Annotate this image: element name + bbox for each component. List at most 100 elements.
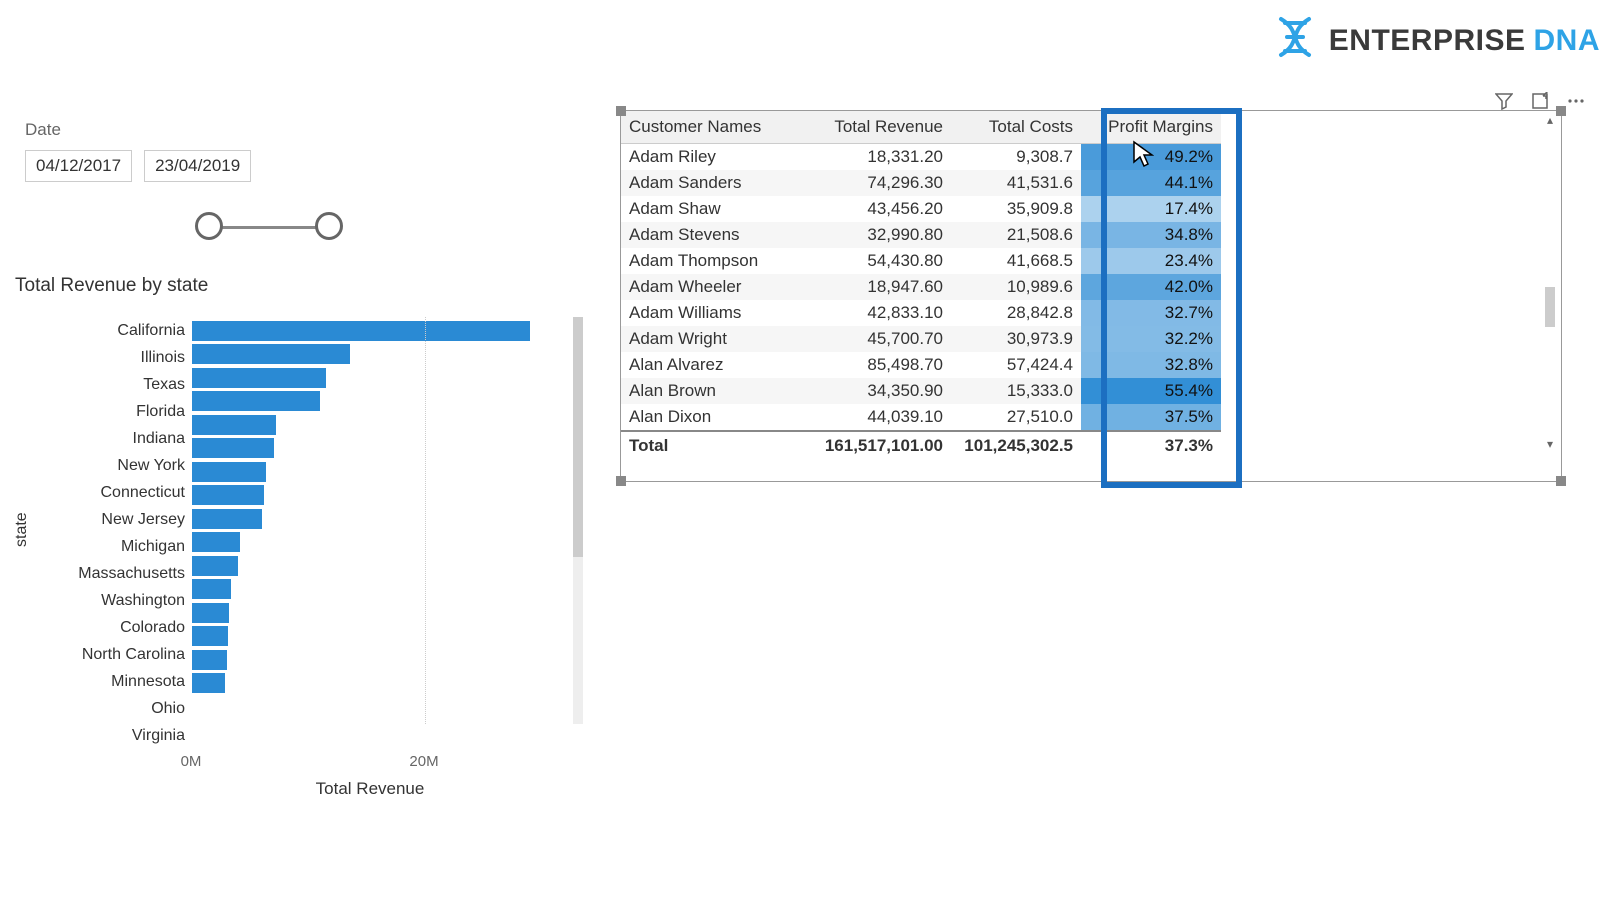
cell-cost: 10,989.6: [951, 274, 1081, 300]
cell-cost: 21,508.6: [951, 222, 1081, 248]
bar[interactable]: [192, 391, 320, 411]
bar-label: Michigan: [121, 533, 185, 560]
cell-revenue: 54,430.80: [811, 248, 951, 274]
chart-scrollbar[interactable]: [573, 317, 583, 724]
logo-text-2: DNA: [1534, 24, 1600, 58]
cell-customer-name: Adam Wheeler: [621, 274, 811, 300]
bar[interactable]: [192, 673, 225, 693]
dna-icon: [1273, 15, 1317, 67]
scroll-down-icon[interactable]: ▾: [1547, 437, 1553, 451]
bar[interactable]: [192, 321, 530, 341]
chart-title: Total Revenue by state: [15, 275, 565, 297]
slider-handle-to[interactable]: [315, 212, 343, 240]
bar[interactable]: [192, 462, 266, 482]
col-total-revenue[interactable]: Total Revenue: [811, 111, 951, 144]
col-customer-names[interactable]: Customer Names: [621, 111, 811, 144]
table-row[interactable]: Adam Shaw43,456.2035,909.817.4%: [621, 196, 1221, 222]
cell-profit-margin: 32.7%: [1081, 300, 1221, 326]
bar[interactable]: [192, 415, 276, 435]
bar[interactable]: [192, 603, 229, 623]
cell-cost: 28,842.8: [951, 300, 1081, 326]
table-row[interactable]: Adam Stevens32,990.8021,508.634.8%: [621, 222, 1221, 248]
brand-logo: ENTERPRISE DNA: [1273, 15, 1600, 67]
date-range-slider[interactable]: [35, 212, 335, 242]
bar-label: Indiana: [133, 425, 186, 452]
visual-toolbar: [1495, 92, 1585, 110]
bar-label: New Jersey: [101, 506, 185, 533]
resize-handle-br[interactable]: [1556, 476, 1566, 486]
bar[interactable]: [192, 626, 228, 646]
cell-customer-name: Adam Shaw: [621, 196, 811, 222]
cell-profit-margin: 32.8%: [1081, 352, 1221, 378]
more-options-icon[interactable]: [1567, 92, 1585, 110]
table-row[interactable]: Adam Wright45,700.7030,973.932.2%: [621, 326, 1221, 352]
cell-revenue: 42,833.10: [811, 300, 951, 326]
cell-customer-name: Alan Dixon: [621, 404, 811, 431]
x-tick-1: 20M: [409, 753, 438, 770]
table-row[interactable]: Adam Sanders74,296.3041,531.644.1%: [621, 170, 1221, 196]
table-row[interactable]: Adam Thompson54,430.8041,668.523.4%: [621, 248, 1221, 274]
cell-profit-margin: 32.2%: [1081, 326, 1221, 352]
cell-cost: 35,909.8: [951, 196, 1081, 222]
col-total-costs[interactable]: Total Costs: [951, 111, 1081, 144]
x-tick-0: 0M: [181, 753, 202, 770]
bar[interactable]: [192, 368, 326, 388]
bar[interactable]: [192, 532, 240, 552]
cell-revenue: 32,990.80: [811, 222, 951, 248]
cell-revenue: 43,456.20: [811, 196, 951, 222]
resize-handle-tl[interactable]: [616, 106, 626, 116]
gridline-20m: [425, 317, 427, 724]
table-row[interactable]: Adam Wheeler18,947.6010,989.642.0%: [621, 274, 1221, 300]
date-from-input[interactable]: 04/12/2017: [25, 150, 132, 182]
x-axis-title: Total Revenue: [175, 779, 565, 799]
bar-label: California: [117, 317, 185, 344]
cell-profit-margin: 55.4%: [1081, 378, 1221, 404]
table-row[interactable]: Alan Brown34,350.9015,333.055.4%: [621, 378, 1221, 404]
bar-label: New York: [117, 452, 185, 479]
logo-text-1: ENTERPRISE: [1329, 24, 1526, 58]
table-scrollbar[interactable]: ▴ ▾: [1541, 113, 1559, 451]
cell-customer-name: Adam Stevens: [621, 222, 811, 248]
customer-table-visual[interactable]: Customer Names Total Revenue Total Costs…: [620, 110, 1562, 482]
bar[interactable]: [192, 509, 262, 529]
table-row[interactable]: Alan Dixon44,039.1027,510.037.5%: [621, 404, 1221, 431]
cell-profit-margin: 23.4%: [1081, 248, 1221, 274]
slider-handle-from[interactable]: [195, 212, 223, 240]
cell-revenue: 85,498.70: [811, 352, 951, 378]
col-profit-margins[interactable]: Profit Margins: [1081, 111, 1221, 144]
bar-label: Ohio: [151, 695, 185, 722]
table-row[interactable]: Alan Alvarez85,498.7057,424.432.8%: [621, 352, 1221, 378]
bar-label: Texas: [143, 371, 185, 398]
bar[interactable]: [192, 650, 227, 670]
table-header-row: Customer Names Total Revenue Total Costs…: [621, 111, 1221, 144]
cell-customer-name: Alan Brown: [621, 378, 811, 404]
total-revenue: 161,517,101.00: [811, 431, 951, 459]
cell-customer-name: Adam Wright: [621, 326, 811, 352]
filter-icon[interactable]: [1495, 92, 1513, 110]
bar-label: Florida: [136, 398, 185, 425]
table-row[interactable]: Adam Williams42,833.1028,842.832.7%: [621, 300, 1221, 326]
cell-cost: 41,668.5: [951, 248, 1081, 274]
bar-label: Illinois: [141, 344, 185, 371]
cell-revenue: 18,331.20: [811, 144, 951, 171]
table-row[interactable]: Adam Riley18,331.209,308.749.2%: [621, 144, 1221, 171]
bar[interactable]: [192, 344, 350, 364]
bar[interactable]: [192, 438, 274, 458]
cell-profit-margin: 44.1%: [1081, 170, 1221, 196]
bar[interactable]: [192, 579, 231, 599]
resize-handle-bl[interactable]: [616, 476, 626, 486]
date-to-input[interactable]: 23/04/2019: [144, 150, 251, 182]
bar[interactable]: [192, 556, 238, 576]
focus-mode-icon[interactable]: [1531, 92, 1549, 110]
cell-revenue: 45,700.70: [811, 326, 951, 352]
cell-cost: 15,333.0: [951, 378, 1081, 404]
total-profit-margin: 37.3%: [1081, 431, 1221, 459]
bar-label: Massachusetts: [78, 560, 185, 587]
revenue-by-state-chart[interactable]: Total Revenue by state state CaliforniaI…: [15, 275, 565, 799]
cell-revenue: 18,947.60: [811, 274, 951, 300]
scroll-thumb[interactable]: [1545, 287, 1555, 327]
scroll-up-icon[interactable]: ▴: [1547, 113, 1553, 127]
bar-label: Connecticut: [101, 479, 186, 506]
bar[interactable]: [192, 485, 264, 505]
cell-profit-margin: 34.8%: [1081, 222, 1221, 248]
